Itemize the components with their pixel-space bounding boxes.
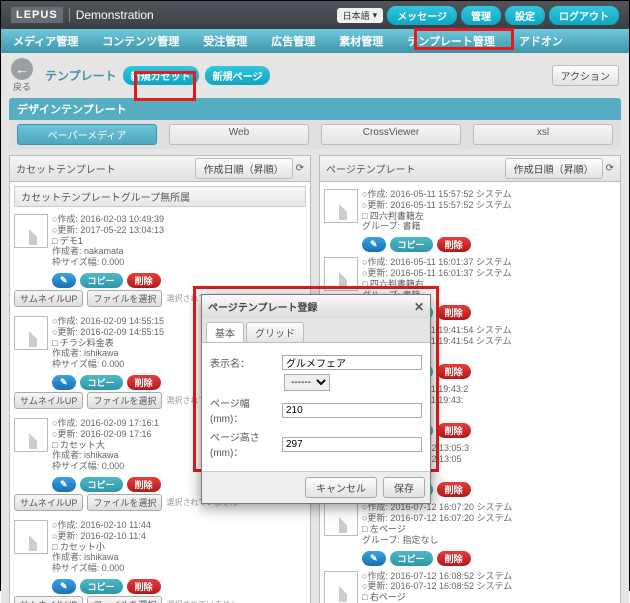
chevron-down-icon: ▾ (373, 10, 378, 21)
refresh-icon[interactable]: ⟳ (606, 163, 614, 174)
thumbnail-upload-button[interactable]: サムネイルUP (14, 596, 83, 603)
file-select-button[interactable]: ファイルを選択 (87, 494, 162, 511)
copy-button[interactable]: コピー (80, 273, 123, 288)
cassette-card: ○作成: 2016-02-03 10:49:39○更新: 2017-05-22 … (14, 211, 306, 271)
cassette-group-head: カセットテンプレートグループ無所属 (14, 186, 306, 207)
delete-button[interactable]: 削除 (127, 579, 161, 594)
input-page-height[interactable] (282, 437, 422, 452)
brand-demo: Demonstration (69, 8, 154, 22)
thumbnail (14, 316, 48, 350)
modal-close-icon[interactable]: ✕ (414, 300, 424, 314)
delete-button[interactable]: 削除 (437, 237, 471, 252)
thumbnail (14, 418, 48, 452)
nav-material[interactable]: 素材管理 (335, 33, 387, 49)
page-card: ○作成: 2016-07-12 16:07:20 システム○更新: 2016-0… (324, 499, 616, 548)
section-title: デザインテンプレート (9, 98, 621, 120)
media-tabs: ペーパーメディア Web CrossViewer xsl (9, 120, 621, 149)
action-menu-button[interactable]: アクション (552, 65, 620, 86)
modal-tab-basic[interactable]: 基本 (206, 322, 244, 342)
nav-ad[interactable]: 広告管理 (267, 33, 319, 49)
language-select[interactable]: 日本語▾ (337, 8, 384, 23)
brand-logo: LEPUS (11, 7, 63, 23)
tab-paper[interactable]: ペーパーメディア (17, 124, 157, 145)
copy-button[interactable]: コピー (390, 551, 433, 566)
cassette-card: ○作成: 2016-02-10 11:44○更新: 2016-02-10 11:… (14, 517, 306, 577)
modal-title: ページテンプレート登録 (208, 299, 318, 314)
settings-button[interactable]: 設定 (505, 6, 545, 25)
tab-xsl[interactable]: xsl (473, 124, 613, 145)
modal-cancel-button[interactable]: キャンセル (305, 477, 377, 498)
page-card: ○作成: 2016-07-12 16:08:52 システム○更新: 2016-0… (324, 568, 616, 603)
nav-media[interactable]: メディア管理 (9, 33, 82, 49)
logout-button[interactable]: ログアウト (549, 6, 619, 25)
tab-cross[interactable]: CrossViewer (321, 124, 461, 145)
label-page-width: ページ幅(mm)： (210, 395, 276, 425)
subheader: ← 戻る テンプレート 新規カセット 新規ページ アクション (1, 53, 629, 98)
page-title: テンプレート (45, 67, 117, 84)
copy-button[interactable]: コピー (80, 477, 123, 492)
page-card: ○作成: 2016-05-11 15:57:52 システム○更新: 2016-0… (324, 186, 616, 235)
label-page-height: ページ高さ(mm)： (210, 429, 276, 459)
file-select-button[interactable]: ファイルを選択 (87, 290, 162, 307)
back-label: 戻る (13, 80, 31, 93)
thumbnail (14, 520, 48, 554)
delete-button[interactable]: 削除 (437, 305, 471, 320)
thumbnail (324, 189, 358, 223)
admin-button[interactable]: 管理 (461, 6, 501, 25)
delete-button[interactable]: 削除 (437, 364, 471, 379)
delete-button[interactable]: 削除 (437, 551, 471, 566)
cassette-panel-head: カセットテンプレート 作成日順（昇順）⟳ (9, 155, 311, 182)
page-panel-head: ページテンプレート 作成日順（昇順）⟳ (319, 155, 621, 182)
nav-order[interactable]: 受注管理 (199, 33, 251, 49)
refresh-icon[interactable]: ⟳ (296, 163, 304, 174)
select-group[interactable]: ------ (284, 374, 330, 391)
edit-button[interactable]: ✎ (362, 551, 386, 566)
main-nav: メディア管理 コンテンツ管理 受注管理 広告管理 素材管理 テンプレート管理 ア… (1, 29, 629, 53)
copy-button[interactable]: コピー (390, 237, 433, 252)
input-display-name[interactable] (282, 355, 422, 370)
delete-button[interactable]: 削除 (127, 273, 161, 288)
edit-button[interactable]: ✎ (52, 579, 76, 594)
nav-template[interactable]: テンプレート管理 (403, 33, 499, 49)
edit-button[interactable]: ✎ (52, 273, 76, 288)
page-template-register-modal: ページテンプレート登録 ✕ 基本 グリッド 表示名： ------ ページ幅(m… (201, 294, 431, 504)
delete-button[interactable]: 削除 (127, 477, 161, 492)
edit-button[interactable]: ✎ (52, 375, 76, 390)
label-display-name: 表示名： (210, 355, 276, 370)
new-page-button[interactable]: 新規ページ (205, 66, 271, 85)
thumbnail (324, 257, 358, 291)
copy-button[interactable]: コピー (80, 375, 123, 390)
sort-button-left[interactable]: 作成日順（昇順） (195, 158, 293, 179)
thumbnail (14, 214, 48, 248)
input-page-width[interactable] (282, 403, 422, 418)
file-note: 選択されていません (166, 599, 238, 603)
file-select-button[interactable]: ファイルを選択 (87, 392, 162, 409)
delete-button[interactable]: 削除 (437, 423, 471, 438)
messages-button[interactable]: メッセージ (387, 6, 457, 25)
modal-tab-grid[interactable]: グリッド (246, 322, 304, 342)
thumbnail-upload-button[interactable]: サムネイルUP (14, 392, 83, 409)
nav-addon[interactable]: アドオン (515, 33, 567, 49)
new-cassette-button[interactable]: 新規カセット (123, 66, 199, 85)
copy-button[interactable]: コピー (80, 579, 123, 594)
back-button[interactable]: ← (11, 58, 33, 80)
thumbnail (324, 502, 358, 536)
modal-save-button[interactable]: 保存 (383, 477, 425, 498)
thumbnail-upload-button[interactable]: サムネイルUP (14, 494, 83, 511)
tab-web[interactable]: Web (169, 124, 309, 145)
edit-button[interactable]: ✎ (52, 477, 76, 492)
nav-content[interactable]: コンテンツ管理 (98, 33, 183, 49)
topbar: LEPUS Demonstration 日本語▾ メッセージ 管理 設定 ログア… (1, 1, 629, 29)
file-select-button[interactable]: ファイルを選択 (87, 596, 162, 603)
thumbnail (324, 571, 358, 603)
sort-button-right[interactable]: 作成日順（昇順） (505, 158, 603, 179)
edit-button[interactable]: ✎ (362, 237, 386, 252)
delete-button[interactable]: 削除 (127, 375, 161, 390)
thumbnail-upload-button[interactable]: サムネイルUP (14, 290, 83, 307)
delete-button[interactable]: 削除 (437, 482, 471, 497)
